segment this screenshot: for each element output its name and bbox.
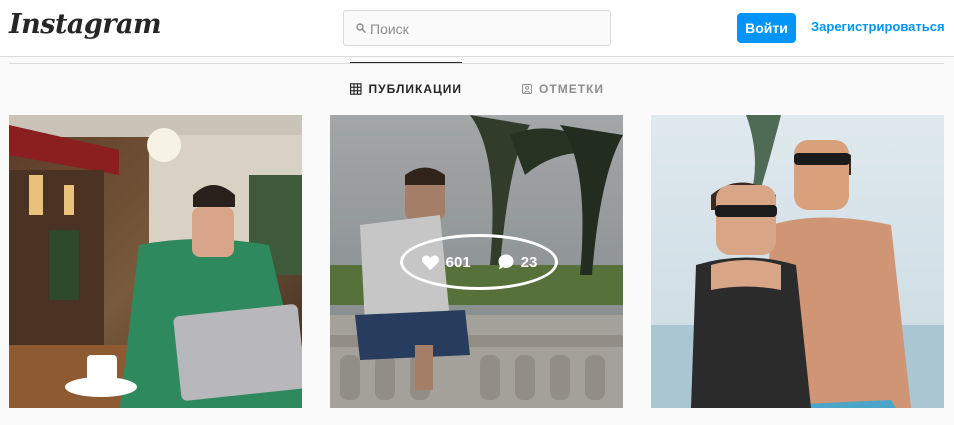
search-icon [356,23,366,33]
post-thumbnail[interactable] [651,115,944,408]
comments-stat: 23 [497,253,538,271]
post-thumbnail-hovered[interactable]: 601 23 [330,115,623,408]
tab-tagged[interactable]: ОТМЕТКИ [522,62,604,115]
tagged-user-icon [522,83,533,94]
tabs-divider [9,63,944,64]
tab-tagged-label: ОТМЕТКИ [539,81,604,96]
top-navigation-bar: Instagram Войти Зарегистрироваться [0,0,954,57]
search-box[interactable] [343,10,611,46]
post-image [651,115,944,408]
post-stats: 601 23 [400,234,558,290]
post-image [9,115,302,408]
grid-icon [350,83,362,95]
instagram-logo[interactable]: Instagram [9,9,162,40]
login-button[interactable]: Войти [737,13,796,43]
tab-publications[interactable]: ПУБЛИКАЦИИ [350,62,462,115]
signup-link[interactable]: Зарегистрироваться [811,19,945,34]
post-thumbnail[interactable] [9,115,302,408]
comments-count: 23 [520,253,538,271]
heart-icon [421,255,439,270]
likes-count: 601 [445,253,471,271]
comment-icon [498,254,514,270]
likes-stat: 601 [421,254,471,271]
search-input[interactable] [370,19,600,39]
tab-publications-label: ПУБЛИКАЦИИ [368,82,462,96]
